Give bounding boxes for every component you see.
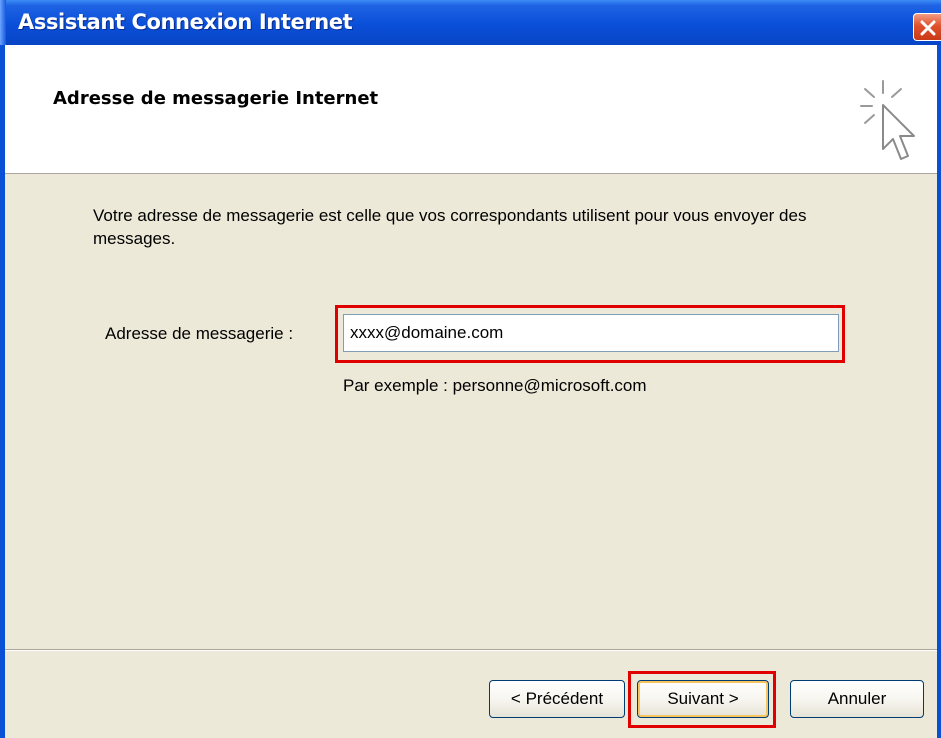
titlebar-edge [0, 0, 6, 45]
email-label: Adresse de messagerie : [105, 324, 294, 343]
email-example: Par exemple : personne@microsoft.com [343, 376, 647, 395]
close-button[interactable] [913, 13, 941, 41]
window-frame-right [937, 45, 941, 738]
previous-button[interactable]: < Précédent [489, 680, 625, 718]
window-title: Assistant Connexion Internet [18, 10, 353, 34]
close-icon [920, 20, 936, 36]
wizard-cursor-icon [860, 80, 915, 160]
wizard-body: Votre adresse de messagerie est celle qu… [5, 174, 937, 738]
cancel-button[interactable]: Annuler [790, 680, 924, 718]
next-button[interactable]: Suivant > [637, 680, 769, 718]
window-titlebar[interactable]: Assistant Connexion Internet [0, 0, 941, 45]
wizard-header: Adresse de messagerie Internet [5, 45, 937, 174]
description-text: Votre adresse de messagerie est celle qu… [93, 206, 807, 248]
footer-separator [5, 649, 937, 651]
email-input[interactable] [343, 314, 839, 352]
page-title: Adresse de messagerie Internet [53, 88, 379, 109]
